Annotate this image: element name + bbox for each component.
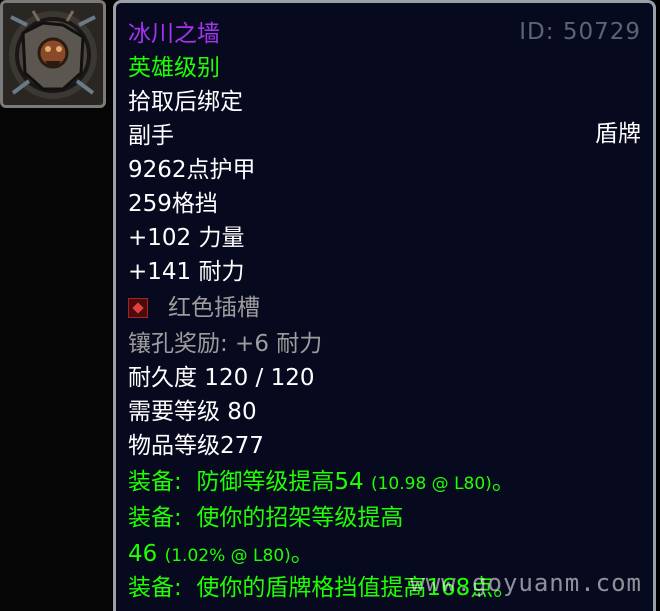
- equip-effect-parry: 装备: 使你的招架等级提高: [128, 501, 403, 535]
- item-type: 盾牌: [595, 121, 641, 147]
- equip-prefix: 装备:: [128, 505, 182, 531]
- item-armor: 9262点护甲: [128, 157, 256, 183]
- item-icon: [0, 0, 106, 108]
- equip-effect-defense: 装备: 防御等级提高54 (10.98 @ L80)。: [128, 465, 515, 499]
- equip-value: 46: [128, 541, 158, 567]
- item-required-level: 需要等级 80: [128, 399, 257, 425]
- item-block: 259格挡: [128, 191, 218, 217]
- item-stamina: +141 耐力: [128, 259, 245, 285]
- watermark: www.goyuanm.com: [410, 569, 642, 597]
- equip-end: 。: [290, 541, 314, 567]
- equip-effect-parry-value: 46 (1.02% @ L80)。: [128, 537, 314, 571]
- item-strength: +102 力量: [128, 225, 245, 251]
- equip-prefix: 装备:: [128, 575, 182, 601]
- item-slot: 副手: [128, 123, 174, 149]
- item-id: ID: 50729: [519, 19, 641, 45]
- socket-bonus: 镶孔奖励: +6 耐力: [128, 331, 323, 357]
- item-durability: 耐久度 120 / 120: [128, 365, 315, 391]
- equip-text: 使你的招架等级提高: [196, 505, 404, 531]
- equip-text: 防御等级提高54: [196, 469, 364, 495]
- left-panel: [0, 0, 112, 611]
- item-level: 物品等级277: [128, 433, 264, 459]
- item-tooltip: 冰川之墙 ID: 50729 英雄级别 拾取后绑定 副手 盾牌 9262点护甲 …: [113, 0, 656, 611]
- socket-label: 红色插槽: [168, 295, 260, 321]
- equip-prefix: 装备:: [128, 469, 182, 495]
- item-name: 冰川之墙: [128, 21, 220, 47]
- red-socket-icon: [128, 298, 148, 318]
- shield-icon: [3, 3, 103, 105]
- item-quality: 英雄级别: [128, 55, 220, 81]
- equip-detail: (1.02% @ L80): [164, 546, 291, 566]
- equip-detail: (10.98 @ L80): [370, 474, 492, 494]
- item-binding: 拾取后绑定: [128, 89, 243, 115]
- equip-end: 。: [491, 469, 515, 495]
- socket-row: 红色插槽: [128, 291, 260, 325]
